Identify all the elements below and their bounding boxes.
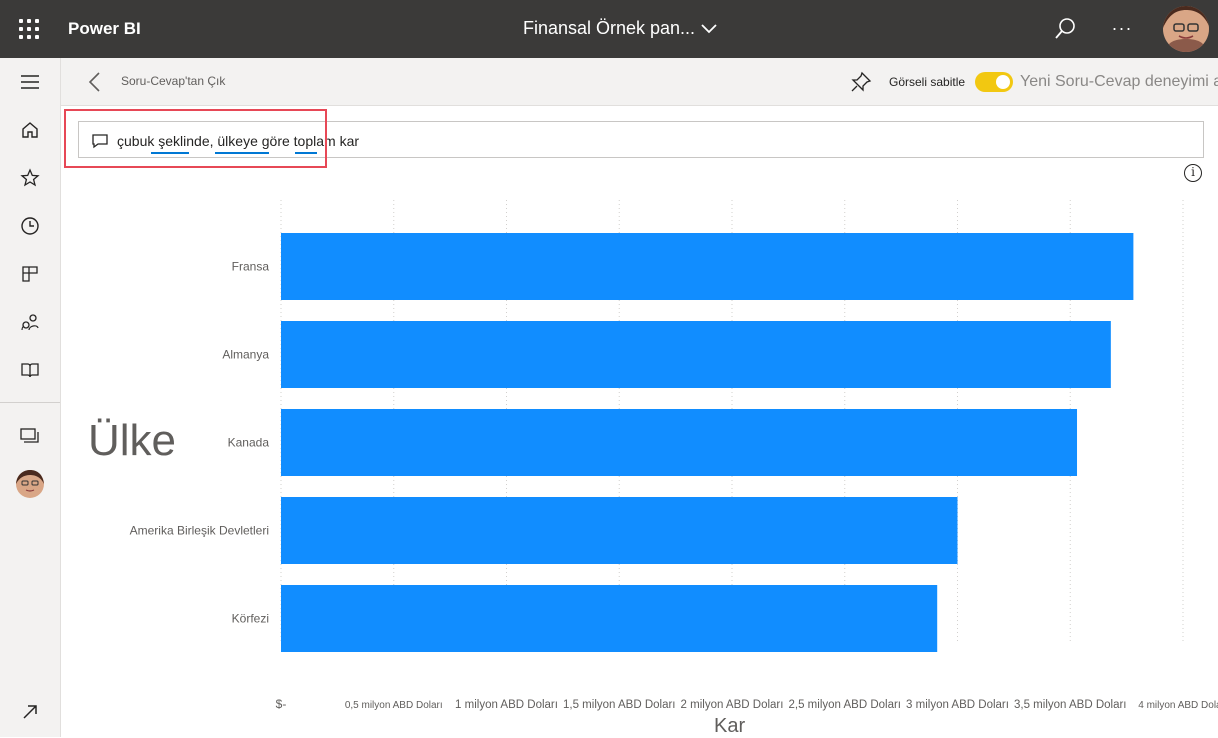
x-axis-title: Kar bbox=[714, 715, 746, 737]
user-avatar[interactable] bbox=[1163, 6, 1209, 52]
back-arrow-icon[interactable] bbox=[85, 70, 107, 94]
y-category-label: Fransa bbox=[232, 260, 270, 274]
bar bbox=[281, 321, 1111, 388]
bar bbox=[281, 497, 958, 564]
x-tick-label: 1 milyon ABD Doları bbox=[455, 699, 558, 711]
avatar-icon[interactable] bbox=[10, 464, 50, 504]
exit-qa-link[interactable]: Soru-Cevap'tan Çık bbox=[121, 74, 225, 88]
info-icon[interactable]: i bbox=[1184, 164, 1202, 182]
x-tick-label: $- bbox=[276, 697, 287, 711]
pin-visual-label[interactable]: Görseli sabitle bbox=[889, 75, 965, 89]
bar-chart: $- 0,5 milyon ABD Doları 1 milyon ABD Dola… bbox=[130, 200, 1218, 711]
apps-icon[interactable] bbox=[10, 254, 50, 294]
more-options-icon[interactable]: ··· bbox=[1108, 18, 1136, 38]
x-tick-label: 2 milyon ABD Doları bbox=[681, 699, 784, 711]
bar bbox=[281, 409, 1078, 476]
app-launcher-icon[interactable] bbox=[12, 12, 46, 46]
x-tick-label: 0,5 milyon ABD Doları bbox=[345, 700, 443, 711]
chevron-down-icon[interactable] bbox=[700, 21, 718, 35]
hamburger-icon[interactable] bbox=[10, 62, 50, 102]
learn-icon[interactable] bbox=[10, 350, 50, 390]
toggle-knob bbox=[996, 75, 1010, 89]
x-tick-label: 3,5 milyon ABD Doları bbox=[1014, 699, 1127, 711]
qa-input[interactable]: çubuk şeklinde, ülkeye göre toplam kar bbox=[78, 121, 1204, 158]
qa-query-text: çubuk şeklinde, ülkeye göre toplam kar bbox=[117, 133, 360, 149]
pin-icon[interactable] bbox=[850, 71, 872, 93]
x-tick-label: 2,5 milyon ABD Doları bbox=[789, 699, 902, 711]
qa-toolbar: Soru-Cevap'tan Çık Görseli sabitle Yeni … bbox=[61, 58, 1218, 106]
term-underline bbox=[151, 152, 189, 154]
expand-icon[interactable] bbox=[10, 692, 50, 732]
y-category-label: Körfezi bbox=[232, 612, 269, 626]
term-underline bbox=[295, 152, 317, 154]
term-underline bbox=[215, 152, 269, 154]
app-name[interactable]: Power BI bbox=[68, 19, 141, 39]
top-bar: Power BI Finansal Örnek pan... ··· bbox=[0, 0, 1218, 58]
x-tick-label: 3 milyon ABD Doları bbox=[906, 699, 1009, 711]
bar bbox=[281, 585, 938, 652]
left-nav bbox=[0, 58, 61, 737]
nav-divider bbox=[0, 402, 60, 403]
y-category-label: Kanada bbox=[228, 436, 270, 450]
chat-bubble-icon bbox=[92, 134, 108, 149]
x-tick-label: 4 milyon ABD Doları bbox=[1138, 700, 1218, 711]
new-qa-toggle[interactable] bbox=[975, 72, 1013, 92]
y-category-label: Amerika Birleşik Devletleri bbox=[130, 524, 269, 538]
search-icon[interactable] bbox=[1052, 16, 1078, 42]
x-tick-label: 1,5 milyon ABD Doları bbox=[563, 699, 676, 711]
home-icon[interactable] bbox=[10, 110, 50, 150]
report-title-dropdown[interactable] bbox=[500, 14, 730, 46]
clock-icon[interactable] bbox=[10, 206, 50, 246]
workspaces-icon[interactable] bbox=[10, 416, 50, 456]
shared-icon[interactable] bbox=[10, 302, 50, 342]
star-icon[interactable] bbox=[10, 158, 50, 198]
new-qa-label: Yeni Soru-Cevap deneyimi a bbox=[1020, 73, 1218, 90]
y-category-label: Almanya bbox=[222, 348, 269, 362]
y-axis-title: Ülke bbox=[88, 416, 177, 465]
bar bbox=[281, 233, 1134, 300]
